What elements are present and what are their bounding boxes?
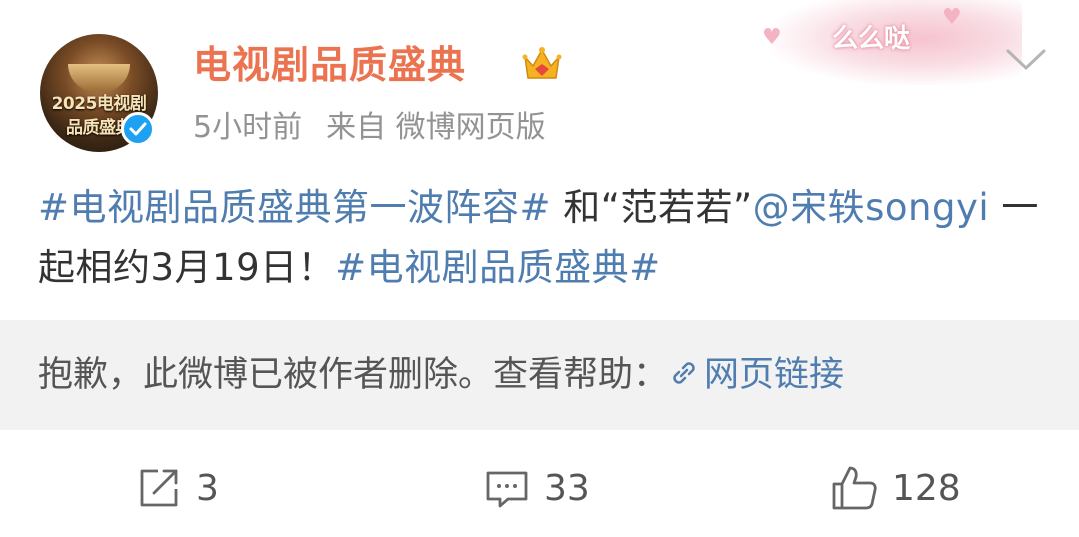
topic-link[interactable]: #电视剧品质盛典# bbox=[335, 246, 661, 289]
web-link-label: 网页链接 bbox=[704, 355, 845, 395]
topic-link[interactable]: #电视剧品质盛典第一波阵容# bbox=[38, 186, 551, 229]
post-content: #电视剧品质盛典第一波阵容# 和“范若若”@宋轶songyi 一起相约3月19日… bbox=[38, 178, 1048, 298]
repost-icon bbox=[140, 469, 178, 507]
comment-icon bbox=[486, 471, 528, 508]
like-count: 128 bbox=[892, 467, 961, 509]
post-meta: 5小时前 来自 微博网页版 bbox=[193, 108, 546, 148]
comment-count: 33 bbox=[544, 467, 590, 509]
web-link[interactable]: 网页链接 bbox=[668, 355, 844, 395]
post-source: 来自 微博网页版 bbox=[326, 110, 546, 145]
chevron-down-icon[interactable] bbox=[1004, 42, 1048, 78]
comment-button[interactable]: 33 bbox=[484, 461, 590, 515]
repost-count: 3 bbox=[196, 467, 219, 509]
deleted-notice-line: 抱歉，此微博已被作者删除。查看帮助： 网页链接 bbox=[38, 350, 844, 400]
thumbs-up-icon bbox=[832, 466, 877, 510]
action-bar: 3 33 128 bbox=[0, 445, 1079, 535]
post-time: 5小时前 bbox=[193, 110, 303, 145]
like-button[interactable]: 128 bbox=[830, 461, 961, 515]
post-header: 2025电视剧 品质盛典 电视剧品质盛典 5小时前 来自 微博网页版 ♥ ♥ 么么… bbox=[0, 0, 1079, 160]
mention-link[interactable]: @宋轶songyi bbox=[753, 186, 990, 229]
heart-icon: ♥ bbox=[942, 5, 962, 30]
crown-membership-icon[interactable] bbox=[520, 42, 564, 86]
trophy-image bbox=[68, 64, 130, 92]
decoration-text: 么么哒 bbox=[832, 24, 911, 54]
post-text: 和“范若若” bbox=[551, 186, 753, 229]
deleted-notice-text: 抱歉，此微博已被作者删除。查看帮助： bbox=[38, 355, 669, 395]
link-icon bbox=[673, 362, 695, 384]
verified-badge-icon bbox=[121, 112, 155, 146]
heart-icon: ♥ bbox=[762, 25, 782, 50]
author-name[interactable]: 电视剧品质盛典 bbox=[193, 40, 466, 90]
deleted-retweet-notice: 抱歉，此微博已被作者删除。查看帮助： 网页链接 bbox=[0, 320, 1079, 430]
repost-button[interactable]: 3 bbox=[136, 461, 219, 515]
card-decoration: ♥ ♥ 么么哒 bbox=[762, 0, 1022, 85]
